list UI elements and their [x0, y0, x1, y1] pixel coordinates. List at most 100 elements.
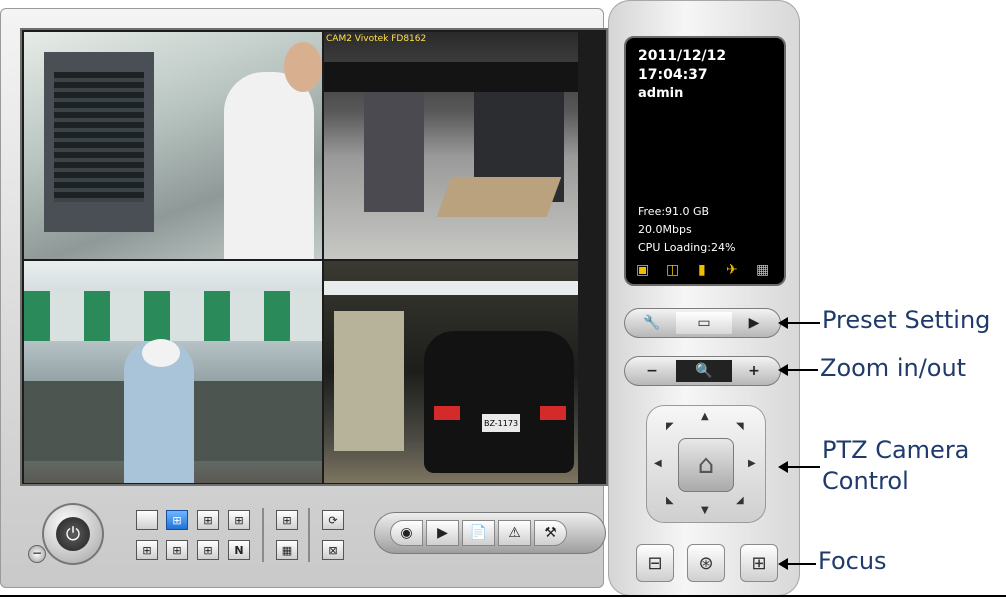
thirteen-view-icon: ⊞ [142, 543, 152, 557]
home-icon: ⌂ [697, 450, 715, 480]
focus-out-icon: ⊟ [647, 552, 663, 574]
bottom-rule [0, 595, 1006, 597]
toolbar-divider [262, 508, 264, 562]
phone-icon: ▮ [698, 262, 706, 278]
zoom-bar: − 🔍 + [624, 356, 781, 386]
satellite-icon: ✈ [726, 262, 738, 278]
video-grid: CAM2 Vivotek FD8162 BZ-1173 [20, 28, 608, 486]
status-user: admin [638, 86, 684, 101]
config-button[interactable]: ⚒ [534, 520, 567, 546]
preset-go-button[interactable]: ▶ [734, 312, 774, 334]
auto-focus-icon: ⊛ [698, 552, 714, 574]
car [424, 331, 574, 473]
ptz-up-arrow[interactable]: ▲ [701, 411, 709, 422]
layout-thirteen-button[interactable]: ⊞ [136, 540, 158, 560]
plus-icon: + [748, 363, 760, 379]
zoom-indicator: 🔍 [676, 360, 732, 382]
ptz-down-right-arrow[interactable]: ◢ [736, 495, 744, 506]
camera-view-3[interactable] [24, 261, 322, 483]
layout-grid-a-button[interactable]: ⊞ [276, 510, 298, 530]
ptz-callout-line1: PTZ Camera [822, 436, 970, 464]
record-button[interactable]: ◉ [390, 520, 423, 546]
quad-view-icon: ⊞ [172, 513, 182, 527]
status-display: 2011/12/12 17:04:37 admin Free:91.0 GB 2… [624, 36, 786, 286]
preset-setting-button[interactable]: 🔧 [630, 312, 674, 334]
ceiling-lights [324, 281, 578, 295]
playback-icon: ▶ [437, 525, 448, 541]
worker-figure [224, 72, 314, 259]
layout-single-button[interactable] [136, 510, 158, 530]
tail-light-right [540, 406, 566, 420]
focus-callout-arrow [778, 558, 816, 570]
focus-callout: Focus [818, 547, 887, 575]
focus-out-button[interactable]: ⊟ [636, 544, 674, 582]
minus-icon: − [646, 363, 658, 379]
pillar [364, 92, 424, 212]
ptz-callout-line2: Control [822, 467, 909, 495]
ptz-right-arrow[interactable]: ▶ [748, 458, 756, 469]
twenty-view-icon: ⊞ [203, 543, 213, 557]
camera-view-4[interactable]: BZ-1173 [324, 261, 578, 483]
alarm-button[interactable]: ⚠ [498, 520, 531, 546]
layout-next-page-button[interactable]: N [228, 540, 250, 560]
floor-mats [436, 177, 562, 217]
play-icon: ▶ [748, 315, 760, 331]
status-date: 2011/12/12 [638, 48, 727, 64]
camera-view-2[interactable]: CAM2 Vivotek FD8162 [324, 32, 578, 259]
license-plate: BZ-1173 [482, 414, 520, 432]
layout-nine-button[interactable]: ⊞ [228, 510, 250, 530]
preset-callout-arrow [778, 317, 820, 329]
full-screen-button[interactable]: ⊠ [322, 540, 344, 560]
alarm-icon: ⚠ [508, 525, 521, 541]
worker-cap [142, 339, 180, 367]
zoom-out-button[interactable]: − [630, 360, 674, 382]
close-box-icon: ⊠ [328, 543, 338, 557]
status-bitrate: 20.0Mbps [638, 223, 692, 236]
layout-six-button[interactable]: ⊞ [197, 510, 219, 530]
ptz-down-left-arrow[interactable]: ◣ [666, 495, 674, 506]
auto-focus-button[interactable]: ⊛ [687, 544, 725, 582]
playback-button[interactable]: ▶ [426, 520, 459, 546]
schedule-icon: 📄 [469, 525, 488, 541]
focus-in-button[interactable]: ⊞ [740, 544, 778, 582]
camera-label: CAM2 Vivotek FD8162 [326, 34, 427, 44]
sequence-button[interactable]: ⟳ [322, 510, 344, 530]
refresh-icon: ⟳ [328, 513, 338, 527]
camera-icon: ▭ [697, 315, 711, 331]
grid-icon: ▦ [281, 543, 293, 557]
layout-grid-b-button[interactable]: ▦ [276, 540, 298, 560]
grid-icon: ⊞ [282, 513, 292, 527]
zoom-in-button[interactable]: + [734, 360, 774, 382]
minimize-button[interactable]: − [28, 545, 46, 563]
zoom-callout: Zoom in/out [820, 354, 967, 382]
layout-twenty-button[interactable]: ⊞ [197, 540, 219, 560]
ptz-down-arrow[interactable]: ▼ [701, 505, 709, 516]
ptz-up-left-arrow[interactable]: ◤ [666, 421, 674, 432]
ptz-up-right-arrow[interactable]: ◥ [736, 421, 744, 432]
zoom-callout-arrow [778, 364, 818, 376]
status-cpu: CPU Loading:24% [638, 241, 736, 254]
ptz-home-button[interactable]: ⌂ [678, 438, 734, 492]
wrench-icon: 🔧 [643, 315, 661, 331]
toolbar-divider [308, 508, 310, 562]
magnifier-icon: 🔍 [695, 363, 713, 379]
preset-camera-button[interactable]: ▭ [676, 312, 732, 334]
ptz-left-arrow[interactable]: ◀ [654, 458, 662, 469]
layout-quad-button[interactable]: ⊞ [166, 510, 188, 530]
worker-head [284, 42, 322, 92]
production-line-panels [24, 291, 322, 341]
schedule-button[interactable]: 📄 [462, 520, 495, 546]
status-time: 17:04:37 [638, 67, 708, 83]
status-free-space: Free:91.0 GB [638, 205, 710, 218]
next-page-icon: N [234, 543, 244, 557]
six-view-icon: ⊞ [203, 513, 213, 527]
camera-view-1[interactable] [24, 32, 322, 259]
ptz-control-pad: ▲ ▼ ◀ ▶ ◤ ◥ ◣ ◢ ⌂ [646, 405, 766, 523]
layout-sixteen-button[interactable]: ⊞ [166, 540, 188, 560]
action-toolbar: ◉ ▶ 📄 ⚠ ⚒ [374, 512, 606, 554]
preset-setting-callout: Preset Setting [822, 306, 991, 334]
booth [334, 311, 404, 451]
tail-light-left [434, 406, 460, 420]
power-button[interactable]: ⏻ [42, 503, 104, 565]
keyboard-icon: ▦ [756, 262, 770, 278]
